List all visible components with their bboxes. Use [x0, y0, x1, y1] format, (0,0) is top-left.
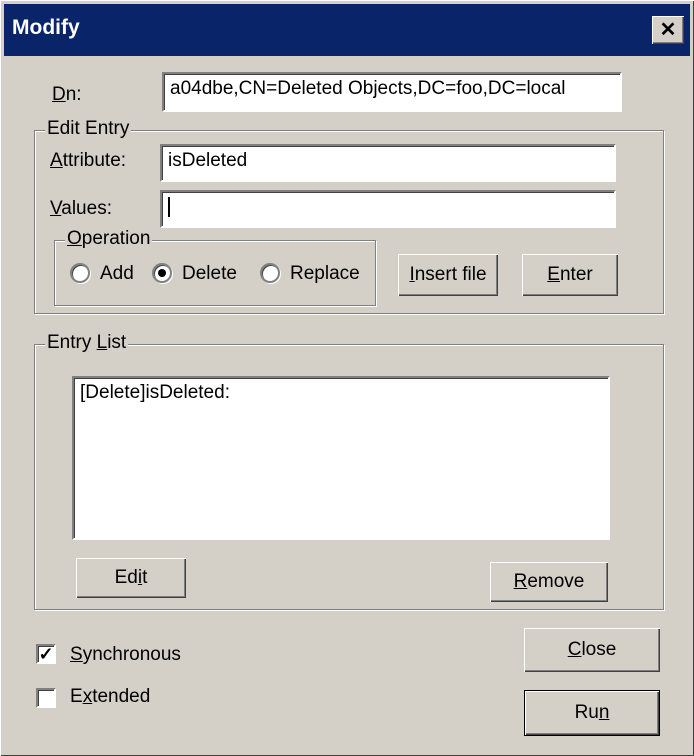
radio-add[interactable]: [70, 263, 90, 283]
radio-add-label[interactable]: Add: [100, 263, 134, 285]
close-icon[interactable]: ✕: [652, 16, 684, 44]
text-cursor: [168, 196, 170, 217]
list-item[interactable]: [Delete]isDeleted:: [80, 382, 602, 404]
check-icon: ✓: [38, 644, 54, 664]
synchronous-label[interactable]: Synchronous: [70, 644, 181, 666]
radio-delete-label[interactable]: Delete: [182, 263, 237, 285]
radio-replace[interactable]: [260, 263, 280, 283]
entry-list-label: Entry List: [45, 332, 129, 354]
title-bar: Modify ✕: [4, 4, 690, 56]
run-button[interactable]: Run: [524, 690, 660, 736]
values-label: Values:: [50, 198, 112, 219]
insert-file-button[interactable]: Insert file: [398, 254, 498, 296]
dn-label: Dn:: [52, 84, 82, 105]
operation-label: Operation: [65, 228, 153, 250]
radio-delete[interactable]: [152, 263, 172, 283]
extended-checkbox[interactable]: [36, 688, 56, 708]
radio-selected-dot: [158, 269, 166, 277]
edit-button[interactable]: Edit: [76, 558, 186, 598]
radio-replace-label[interactable]: Replace: [290, 263, 360, 285]
values-input[interactable]: [160, 190, 616, 228]
dn-input[interactable]: a04dbe,CN=Deleted Objects,DC=foo,DC=loca…: [162, 72, 622, 112]
extended-label[interactable]: Extended: [70, 686, 150, 708]
close-button[interactable]: Close: [524, 628, 660, 672]
window-title: Modify: [12, 16, 80, 39]
attribute-label: Attribute:: [50, 150, 127, 171]
remove-button[interactable]: Remove: [490, 562, 608, 602]
modify-dialog: Modify ✕ Dn: a04dbe,CN=Deleted Objects,D…: [0, 0, 694, 756]
enter-button[interactable]: Enter: [522, 254, 618, 296]
attribute-input[interactable]: isDeleted: [160, 144, 616, 182]
edit-entry-label: Edit Entry: [45, 118, 132, 140]
entry-listbox[interactable]: [Delete]isDeleted:: [72, 376, 610, 540]
synchronous-checkbox[interactable]: ✓: [36, 644, 56, 664]
